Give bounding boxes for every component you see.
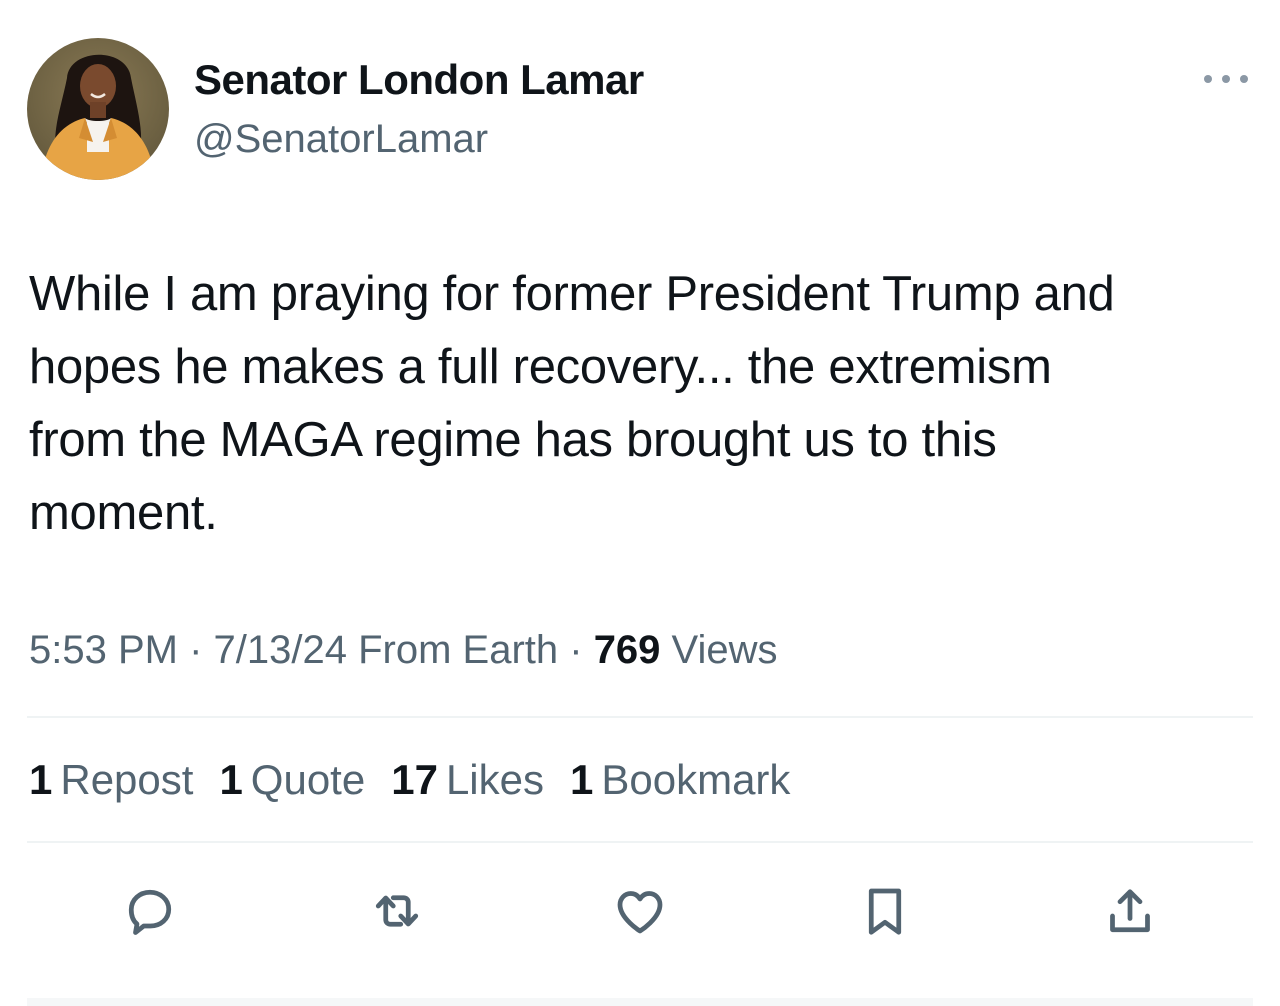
views-label[interactable]: Views bbox=[660, 628, 778, 672]
quotes-label: Quote bbox=[250, 756, 366, 803]
more-dot-icon bbox=[1204, 75, 1212, 83]
engagement-stats: 1 Repost 1 Quote 17 Likes 1 Bookmark bbox=[29, 756, 790, 804]
tweet-detail: Senator London Lamar @SenatorLamar While… bbox=[0, 0, 1280, 1006]
more-options-button[interactable] bbox=[1198, 66, 1254, 92]
more-dot-icon bbox=[1222, 75, 1230, 83]
likes-stat[interactable]: 17 Likes bbox=[391, 756, 544, 804]
tweet-text-line: moment. bbox=[29, 486, 218, 540]
meta-separator: · bbox=[177, 628, 214, 672]
reposts-label: Repost bbox=[60, 756, 194, 803]
bookmarks-count: 1 bbox=[570, 756, 594, 803]
likes-count: 17 bbox=[391, 756, 438, 803]
quotes-stat[interactable]: 1 Quote bbox=[219, 756, 365, 804]
quotes-count: 1 bbox=[219, 756, 243, 803]
tweet-date[interactable]: 7/13/24 bbox=[214, 628, 347, 672]
meta-separator: · bbox=[558, 628, 594, 672]
bookmarks-stat[interactable]: 1 Bookmark bbox=[570, 756, 790, 804]
bookmarks-label: Bookmark bbox=[601, 756, 791, 803]
tweet-source: From Earth bbox=[346, 628, 559, 672]
reply-icon bbox=[128, 889, 172, 935]
views-count[interactable]: 769 bbox=[594, 628, 661, 672]
tweet-time[interactable]: 5:53 PM bbox=[29, 628, 178, 672]
repost-icon bbox=[375, 895, 419, 927]
display-name[interactable]: Senator London Lamar bbox=[194, 56, 644, 104]
divider bbox=[27, 716, 1253, 718]
tweet-text: While I am praying for former President … bbox=[29, 258, 1259, 550]
reposts-stat[interactable]: 1 Repost bbox=[29, 756, 193, 804]
reply-button[interactable] bbox=[115, 876, 185, 946]
share-icon bbox=[1110, 889, 1150, 933]
user-handle[interactable]: @SenatorLamar bbox=[194, 117, 488, 162]
likes-label: Likes bbox=[445, 756, 544, 803]
reposts-count: 1 bbox=[29, 756, 53, 803]
like-icon bbox=[617, 891, 663, 934]
repost-button[interactable] bbox=[362, 876, 432, 946]
tweet-meta: 5:53 PM · 7/13/24 From Earth · 769 Views bbox=[29, 628, 778, 673]
tweet-text-line: from the MAGA regime has brought us to t… bbox=[29, 413, 997, 467]
divider bbox=[27, 841, 1253, 843]
like-button[interactable] bbox=[605, 876, 675, 946]
bookmark-button[interactable] bbox=[850, 876, 920, 946]
action-bar bbox=[0, 876, 1280, 946]
tweet-text-line: hopes he makes a full recovery... the ex… bbox=[29, 340, 1052, 394]
share-button[interactable] bbox=[1095, 876, 1165, 946]
more-dot-icon bbox=[1240, 75, 1248, 83]
avatar[interactable] bbox=[27, 38, 169, 180]
tweet-text-line: While I am praying for former President … bbox=[29, 267, 1115, 321]
bottom-divider bbox=[27, 998, 1253, 1006]
bookmark-icon bbox=[868, 888, 902, 935]
